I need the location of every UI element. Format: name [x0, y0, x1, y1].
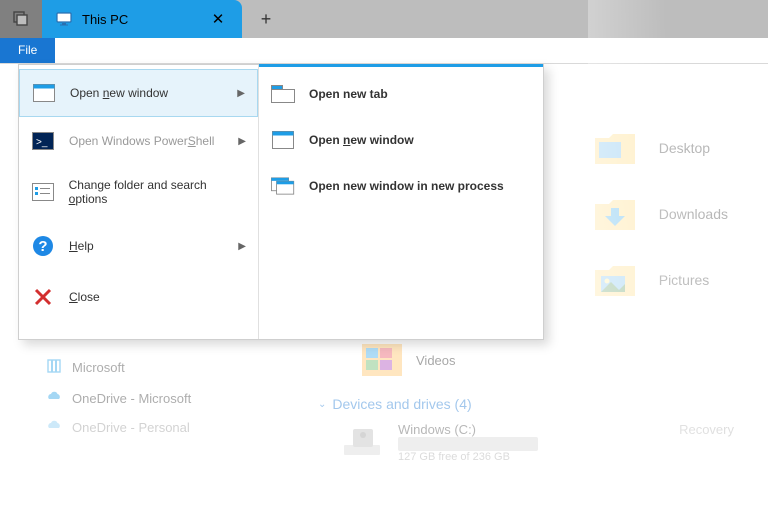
nav-icon — [46, 358, 62, 377]
file-menu-submenu: Open new tab Open new window Open new wind… — [259, 64, 543, 339]
submenu-item-0[interactable]: Open new tab — [259, 71, 543, 117]
title-bar: This PC ✕ + — [0, 0, 768, 38]
submenu-arrow-icon: ▶ — [237, 88, 245, 99]
file-menu-item-4[interactable]: Close — [19, 273, 258, 321]
file-menu-item-3[interactable]: ? Help ▶ — [19, 219, 258, 273]
folder-label: Desktop — [659, 140, 710, 156]
menu-item-label: Change folder and search options — [69, 178, 246, 206]
tab-icon — [271, 84, 295, 104]
window-icon — [271, 130, 295, 150]
submenu-arrow-icon: ▶ — [238, 136, 246, 147]
tab-title: This PC — [82, 12, 202, 27]
submenu-item-label: Open new window in new process — [309, 179, 504, 193]
file-menu-item-2[interactable]: Change folder and search options — [19, 165, 258, 219]
nav-label: OneDrive - Personal — [72, 420, 190, 435]
submenu-item-1[interactable]: Open new window — [259, 117, 543, 163]
file-menu-item-0[interactable]: Open new window ▶ — [19, 69, 258, 117]
folder-label: Pictures — [659, 272, 710, 288]
tab-this-pc[interactable]: This PC ✕ — [42, 0, 242, 38]
nav-label: OneDrive - Microsoft — [72, 391, 191, 406]
ps-icon: >_ — [31, 131, 55, 151]
nav-item-1[interactable]: OneDrive - Microsoft — [46, 391, 191, 406]
submenu-item-label: Open new window — [309, 133, 414, 147]
submenu-item-2[interactable]: Open new window in new process — [259, 163, 543, 209]
nav-icon — [46, 420, 62, 435]
nav-item-2[interactable]: OneDrive - Personal — [46, 420, 191, 435]
folder-downloads[interactable]: Downloads — [593, 194, 728, 234]
videos-label: Videos — [416, 353, 456, 368]
drive-c[interactable]: Windows (C:) 127 GB free of 236 GB — [340, 422, 538, 463]
close-icon — [31, 287, 55, 307]
menu-item-label: Close — [69, 290, 100, 304]
file-menu: Open new window ▶ >_ Open Windows PowerShel… — [18, 64, 544, 340]
recovery-drive[interactable]: Recovery — [679, 422, 734, 437]
nav-item-0[interactable]: Microsoft — [46, 358, 191, 377]
menu-item-label: Help — [69, 239, 94, 253]
folder-pictures[interactable]: Pictures — [593, 260, 728, 300]
file-menu-item-1[interactable]: >_ Open Windows PowerShell ▶ — [19, 117, 258, 165]
folder-desktop[interactable]: Desktop — [593, 128, 728, 168]
drive-usage-bar — [398, 437, 538, 451]
task-view-icon[interactable] — [0, 0, 42, 38]
options-icon — [31, 182, 55, 202]
videos-item[interactable]: Videos — [360, 340, 456, 380]
svg-text:?: ? — [38, 238, 47, 255]
ribbon-strip: File — [0, 38, 768, 64]
menu-item-label: Open new window — [70, 86, 168, 100]
file-menu-left-col: Open new window ▶ >_ Open Windows PowerShel… — [19, 65, 259, 339]
new-tab-button[interactable]: + — [242, 0, 290, 38]
submenu-arrow-icon: ▶ — [238, 241, 246, 252]
submenu-item-label: Open new tab — [309, 87, 388, 101]
drive-sub: 127 GB free of 236 GB — [398, 451, 538, 463]
tab-close-button[interactable]: ✕ — [202, 0, 234, 38]
this-pc-icon — [56, 11, 72, 27]
windows-icon — [271, 176, 295, 196]
nav-icon — [46, 391, 62, 406]
devices-header[interactable]: ⌄ Devices and drives (4) — [318, 396, 472, 412]
file-tab[interactable]: File — [0, 38, 55, 63]
window-icon — [32, 83, 56, 103]
drive-name: Windows (C:) — [398, 422, 538, 437]
svg-text:>_: >_ — [36, 137, 48, 148]
folder-label: Downloads — [659, 206, 728, 222]
nav-label: Microsoft — [72, 360, 125, 375]
help-icon: ? — [31, 236, 55, 256]
devices-label: Devices and drives (4) — [332, 396, 471, 412]
menu-item-label: Open Windows PowerShell — [69, 134, 214, 148]
